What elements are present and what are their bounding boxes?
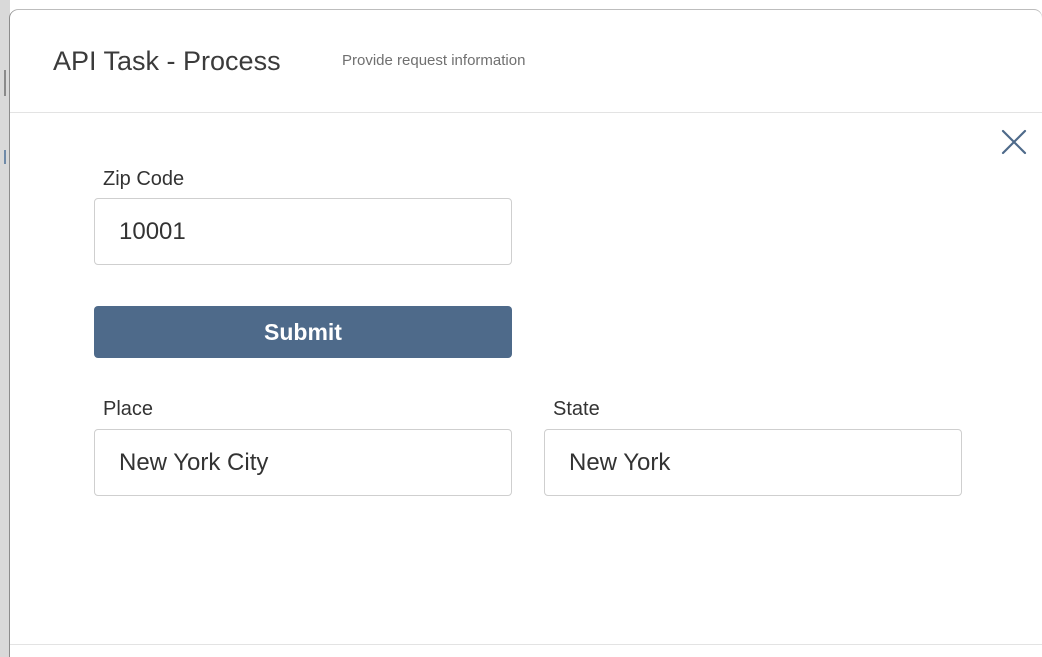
- dialog-title: API Task - Process: [53, 46, 281, 76]
- place-input[interactable]: [94, 429, 512, 496]
- dialog-subtitle: Provide request information: [342, 52, 526, 69]
- zip-code-label: Zip Code: [103, 168, 185, 190]
- background-divider: [4, 70, 6, 96]
- zip-code-input[interactable]: [94, 198, 512, 265]
- background-marker: [4, 150, 6, 164]
- place-label: Place: [103, 398, 154, 420]
- submit-button[interactable]: Submit: [94, 306, 512, 358]
- close-icon-glyph: [1001, 129, 1027, 155]
- dialog-footer-divider: [10, 644, 1042, 645]
- close-icon[interactable]: [1000, 128, 1028, 156]
- modal-dialog: API Task - Process Provide request infor…: [10, 10, 1042, 657]
- background-page-edge: [0, 0, 10, 657]
- dialog-header: API Task - Process Provide request infor…: [10, 10, 1042, 113]
- state-input[interactable]: [544, 429, 962, 496]
- state-label: State: [553, 398, 600, 420]
